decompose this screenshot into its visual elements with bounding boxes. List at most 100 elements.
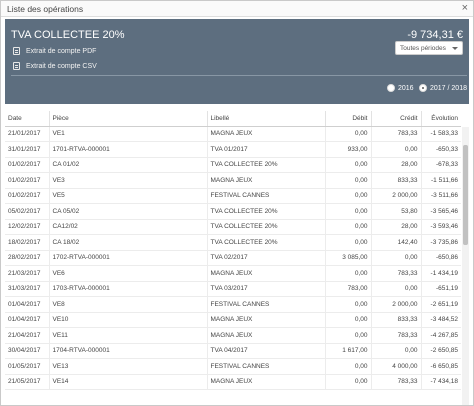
table-row[interactable]: 05/02/2017 CA 05/02 TVA COLLECTEE 20% 0,00 5…: [5, 203, 461, 220]
cell-piece: VE14: [48, 374, 207, 390]
cell-libelle: TVA COLLECTEE 20%: [206, 219, 325, 235]
cell-credit: 0,00: [370, 250, 421, 266]
radio-year-2017-2018[interactable]: 2017 / 2018: [419, 84, 467, 92]
cell-libelle: MAGNA JEUX: [206, 312, 325, 328]
radio-dot-2017-2018: [419, 84, 427, 92]
cell-evolution: -678,33: [420, 157, 461, 173]
cell-piece: CA12/02: [48, 219, 207, 235]
table-row[interactable]: 21/03/2017 VE6 MAGNA JEUX 0,00 783,33 -1 434,…: [5, 265, 461, 282]
cell-debit: 783,00: [324, 281, 371, 297]
cell-libelle: TVA 04/2017: [206, 343, 325, 359]
cell-evolution: -651,19: [420, 281, 461, 297]
cell-credit: 783,33: [370, 265, 421, 282]
cell-piece: CA 05/02: [48, 203, 207, 220]
operations-table: Date Pièce Libellé Débit Crédit Évolutio…: [5, 111, 461, 390]
table-row[interactable]: 01/02/2017 VE5 FESTIVAL CANNES 0,00 2 000,00…: [5, 188, 461, 204]
cell-libelle: TVA 01/2017: [206, 141, 325, 158]
cell-libelle: MAGNA JEUX: [206, 374, 325, 390]
table-row[interactable]: 21/04/2017 VE11 MAGNA JEUX 0,00 783,33 -4 267…: [5, 327, 461, 344]
cell-debit: 0,00: [324, 265, 371, 282]
cell-debit: 0,00: [324, 374, 371, 390]
cell-libelle: FESTIVAL CANNES: [206, 296, 325, 313]
cell-evolution: -3 484,52: [420, 312, 461, 328]
cell-piece: VE10: [48, 312, 207, 328]
close-icon[interactable]: ×: [462, 2, 468, 14]
column-header-date[interactable]: Date: [5, 111, 49, 127]
cell-evolution: -650,86: [420, 250, 461, 266]
cell-libelle: MAGNA JEUX: [206, 172, 325, 189]
cell-date: 05/02/2017: [5, 203, 49, 220]
column-header-evolution[interactable]: Évolution: [420, 111, 461, 127]
table-header-row: Date Pièce Libellé Débit Crédit Évolutio…: [5, 111, 461, 127]
operations-table-container: Date Pièce Libellé Débit Crédit Évolutio…: [5, 111, 469, 405]
cell-evolution: -1 434,19: [420, 265, 461, 282]
table-row[interactable]: 01/02/2017 CA 01/02 TVA COLLECTEE 20% 0,00 2…: [5, 157, 461, 173]
table-row[interactable]: 31/01/2017 1701-RTVA-000001 TVA 01/2017 933…: [5, 141, 461, 158]
cell-date: 01/02/2017: [5, 172, 49, 189]
header-divider: [11, 75, 467, 76]
scrollbar-thumb[interactable]: [463, 145, 468, 245]
cell-evolution: -3 565,46: [420, 203, 461, 220]
period-select-value: Toutes périodes: [400, 45, 446, 52]
period-select[interactable]: Toutes périodes: [395, 41, 463, 55]
cell-date: 01/02/2017: [5, 188, 49, 204]
cell-debit: 0,00: [324, 327, 371, 344]
table-scrollbar[interactable]: [462, 127, 469, 405]
table-row[interactable]: 01/05/2017 VE13 FESTIVAL CANNES 0,00 4 000,0…: [5, 358, 461, 375]
export-pdf-label: Extrait de compte PDF: [26, 47, 97, 55]
cell-libelle: TVA 03/2017: [206, 281, 325, 297]
radio-label-2016: 2016: [398, 84, 414, 92]
cell-piece: VE6: [48, 265, 207, 282]
cell-date: 21/04/2017: [5, 327, 49, 344]
table-row[interactable]: 01/04/2017 VE8 FESTIVAL CANNES 0,00 2 000,00…: [5, 296, 461, 313]
table-row[interactable]: 18/02/2017 CA 18/02 TVA COLLECTEE 20% 0,00 1…: [5, 234, 461, 251]
cell-date: 01/04/2017: [5, 312, 49, 328]
cell-piece: CA 18/02: [48, 234, 207, 251]
cell-date: 28/02/2017: [5, 250, 49, 266]
dialog-title: Liste des opérations: [7, 4, 84, 14]
export-pdf-link[interactable]: Extrait de compte PDF: [13, 47, 96, 55]
cell-credit: 0,00: [370, 141, 421, 158]
cell-credit: 0,00: [370, 281, 421, 297]
table-row[interactable]: 21/05/2017 VE14 MAGNA JEUX 0,00 783,33 -7 434…: [5, 374, 461, 390]
cell-debit: 0,00: [324, 358, 371, 375]
table-row[interactable]: 01/04/2017 VE10 MAGNA JEUX 0,00 833,33 -3 484…: [5, 312, 461, 328]
radio-year-2016[interactable]: 2016: [387, 84, 414, 92]
cell-debit: 0,00: [324, 296, 371, 313]
cell-date: 01/02/2017: [5, 157, 49, 173]
column-header-libelle[interactable]: Libellé: [206, 111, 325, 127]
table-row[interactable]: 01/02/2017 VE3 MAGNA JEUX 0,00 833,33 -1 511,…: [5, 172, 461, 189]
dialog-titlebar: Liste des opérations ×: [1, 1, 473, 17]
cell-piece: VE13: [48, 358, 207, 375]
cell-debit: 0,00: [324, 126, 371, 142]
table-row[interactable]: 12/02/2017 CA12/02 TVA COLLECTEE 20% 0,00 28…: [5, 219, 461, 235]
table-row[interactable]: 21/01/2017 VE1 MAGNA JEUX 0,00 783,33 -1 583,…: [5, 126, 461, 142]
table-row[interactable]: 30/04/2017 1704-RTVA-000001 TVA 04/2017 1 6…: [5, 343, 461, 359]
cell-debit: 3 085,00: [324, 250, 371, 266]
cell-evolution: -4 267,85: [420, 327, 461, 344]
cell-piece: CA 01/02: [48, 157, 207, 173]
column-header-debit[interactable]: Débit: [324, 111, 371, 127]
cell-date: 31/03/2017: [5, 281, 49, 297]
radio-dot-2016: [387, 84, 395, 92]
cell-credit: 28,00: [370, 219, 421, 235]
cell-libelle: MAGNA JEUX: [206, 327, 325, 344]
column-header-credit[interactable]: Crédit: [370, 111, 421, 127]
export-csv-link[interactable]: Extrait de compte CSV: [13, 62, 97, 70]
cell-date: 31/01/2017: [5, 141, 49, 158]
operations-dialog: Liste des opérations × TVA COLLECTEE 20%…: [0, 0, 474, 406]
cell-evolution: -1 583,33: [420, 126, 461, 142]
cell-evolution: -6 650,85: [420, 358, 461, 375]
account-title: TVA COLLECTEE 20%: [11, 29, 125, 41]
export-csv-label: Extrait de compte CSV: [26, 62, 97, 70]
cell-credit: 142,40: [370, 234, 421, 251]
table-row[interactable]: 28/02/2017 1702-RTVA-000001 TVA 02/2017 3 0…: [5, 250, 461, 266]
cell-evolution: -3 511,66: [420, 188, 461, 204]
cell-credit: 783,33: [370, 327, 421, 344]
cell-libelle: FESTIVAL CANNES: [206, 188, 325, 204]
column-header-piece[interactable]: Pièce: [48, 111, 207, 127]
table-row[interactable]: 31/03/2017 1703-RTVA-000001 TVA 03/2017 783…: [5, 281, 461, 297]
cell-debit: 0,00: [324, 312, 371, 328]
cell-credit: 783,33: [370, 126, 421, 142]
cell-piece: VE3: [48, 172, 207, 189]
